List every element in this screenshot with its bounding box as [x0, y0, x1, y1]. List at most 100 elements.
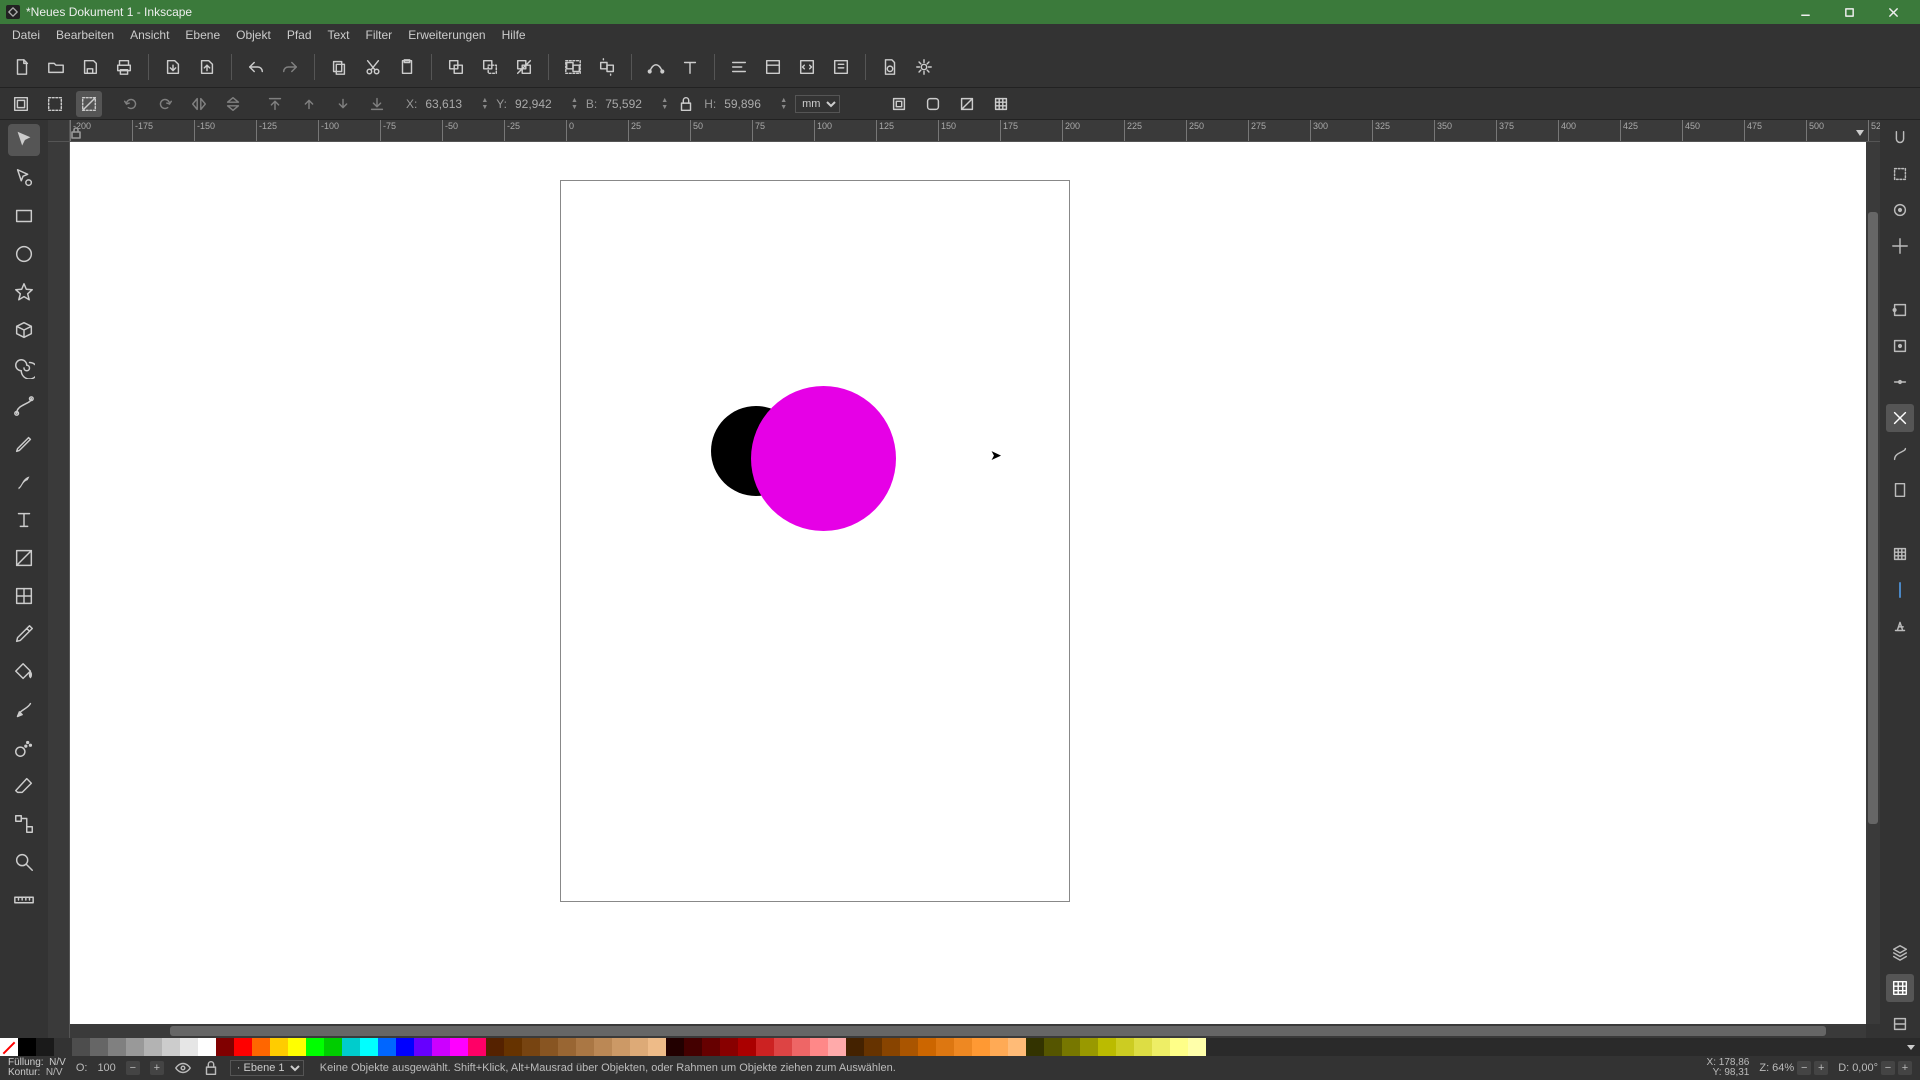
color-swatch[interactable]: [216, 1038, 234, 1056]
color-swatch[interactable]: [774, 1038, 792, 1056]
panel-layers-icon[interactable]: [1886, 938, 1914, 966]
color-swatch[interactable]: [1008, 1038, 1026, 1056]
export-icon[interactable]: [193, 53, 221, 81]
scale-stroke-icon[interactable]: [886, 91, 912, 117]
object-properties-icon[interactable]: [759, 53, 787, 81]
bezier-tool-icon[interactable]: [8, 390, 40, 422]
color-swatch[interactable]: [504, 1038, 522, 1056]
color-swatch[interactable]: [558, 1038, 576, 1056]
xml-editor-icon[interactable]: [793, 53, 821, 81]
color-swatch[interactable]: [738, 1038, 756, 1056]
vertical-scrollbar[interactable]: [1866, 142, 1880, 1024]
display-mode-toggle[interactable]: [1854, 126, 1866, 144]
select-all-layers-icon[interactable]: [8, 91, 34, 117]
import-icon[interactable]: [159, 53, 187, 81]
menu-datei[interactable]: Datei: [4, 26, 48, 44]
measure-tool-icon[interactable]: [8, 884, 40, 916]
color-swatch[interactable]: [576, 1038, 594, 1056]
snap-centers-icon[interactable]: [1886, 332, 1914, 360]
color-swatch[interactable]: [630, 1038, 648, 1056]
snap-intersections-icon[interactable]: [1886, 404, 1914, 432]
h-spinner[interactable]: ▲▼: [780, 97, 787, 111]
mesh-tool-icon[interactable]: [8, 580, 40, 612]
vertical-ruler[interactable]: [48, 142, 70, 1038]
guides-lock-icon[interactable]: [70, 126, 88, 140]
minimize-button[interactable]: [1784, 1, 1826, 23]
h-value[interactable]: 59,896: [724, 97, 770, 111]
horizontal-scrollbar[interactable]: [70, 1024, 1866, 1038]
color-swatch[interactable]: [486, 1038, 504, 1056]
layer-lock-icon[interactable]: [202, 1059, 220, 1077]
snap-edges-icon[interactable]: [1886, 296, 1914, 324]
rotate-cw-icon[interactable]: [152, 91, 178, 117]
menu-text[interactable]: Text: [320, 26, 358, 44]
color-swatch[interactable]: [936, 1038, 954, 1056]
menu-pfad[interactable]: Pfad: [279, 26, 320, 44]
color-swatch[interactable]: [1152, 1038, 1170, 1056]
node-edit-icon[interactable]: [642, 53, 670, 81]
raise-icon[interactable]: [296, 91, 322, 117]
zoom-control[interactable]: Z: 64% −+: [1759, 1061, 1828, 1075]
color-swatch[interactable]: [414, 1038, 432, 1056]
deselect-icon[interactable]: [76, 91, 102, 117]
color-swatch[interactable]: [720, 1038, 738, 1056]
palette-menu-icon[interactable]: [1902, 1038, 1920, 1056]
close-button[interactable]: [1872, 1, 1914, 23]
maximize-button[interactable]: [1828, 1, 1870, 23]
3dbox-tool-icon[interactable]: [8, 314, 40, 346]
color-swatch[interactable]: [1062, 1038, 1080, 1056]
color-swatch[interactable]: [882, 1038, 900, 1056]
color-swatch[interactable]: [396, 1038, 414, 1056]
snap-guide-icon[interactable]: [1886, 576, 1914, 604]
tweak-tool-icon[interactable]: [8, 694, 40, 726]
color-swatch[interactable]: [468, 1038, 486, 1056]
color-swatch[interactable]: [954, 1038, 972, 1056]
menu-hilfe[interactable]: Hilfe: [494, 26, 534, 44]
snap-page-icon[interactable]: [1886, 476, 1914, 504]
raise-top-icon[interactable]: [262, 91, 288, 117]
color-swatch[interactable]: [378, 1038, 396, 1056]
color-swatch[interactable]: [594, 1038, 612, 1056]
horizontal-ruler[interactable]: -200-175-150-125-100-75-50-2502550751001…: [70, 120, 1880, 142]
color-swatch[interactable]: [162, 1038, 180, 1056]
color-swatch[interactable]: [288, 1038, 306, 1056]
dropper-tool-icon[interactable]: [8, 618, 40, 650]
color-swatch[interactable]: [432, 1038, 450, 1056]
y-value[interactable]: 92,942: [515, 97, 561, 111]
rectangle-tool-icon[interactable]: [8, 200, 40, 232]
ruler-corner[interactable]: [48, 120, 70, 142]
color-swatch[interactable]: [1116, 1038, 1134, 1056]
color-swatch[interactable]: [864, 1038, 882, 1056]
color-swatch[interactable]: [270, 1038, 288, 1056]
text-tool-icon[interactable]: [8, 504, 40, 536]
document-properties-icon[interactable]: [876, 53, 904, 81]
group-icon[interactable]: [559, 53, 587, 81]
unit-select[interactable]: mm: [795, 95, 840, 113]
unlink-clone-icon[interactable]: [510, 53, 538, 81]
snap-path-icon[interactable]: [1886, 440, 1914, 468]
color-swatch[interactable]: [1044, 1038, 1062, 1056]
y-spinner[interactable]: ▲▼: [571, 97, 578, 111]
snap-grid-icon[interactable]: [1886, 540, 1914, 568]
color-swatch[interactable]: [846, 1038, 864, 1056]
panel-cms-icon[interactable]: [1886, 1010, 1914, 1038]
color-swatch[interactable]: [54, 1038, 72, 1056]
snap-alignment-icon[interactable]: [1886, 232, 1914, 260]
color-swatch[interactable]: [144, 1038, 162, 1056]
menu-erweiterungen[interactable]: Erweiterungen: [400, 26, 493, 44]
color-swatch[interactable]: [648, 1038, 666, 1056]
eraser-tool-icon[interactable]: [8, 770, 40, 802]
color-swatch[interactable]: [918, 1038, 936, 1056]
layer-visibility-icon[interactable]: [174, 1059, 192, 1077]
snap-bbox-icon[interactable]: [1886, 160, 1914, 188]
color-swatch[interactable]: [306, 1038, 324, 1056]
paint-bucket-tool-icon[interactable]: [8, 656, 40, 688]
opacity-value[interactable]: 100: [97, 1062, 115, 1074]
duplicate-icon[interactable]: [442, 53, 470, 81]
clone-icon[interactable]: [476, 53, 504, 81]
color-swatch[interactable]: [756, 1038, 774, 1056]
color-swatch[interactable]: [1170, 1038, 1188, 1056]
ellipse-tool-icon[interactable]: [8, 238, 40, 270]
color-swatch[interactable]: [234, 1038, 252, 1056]
flip-vertical-icon[interactable]: [220, 91, 246, 117]
